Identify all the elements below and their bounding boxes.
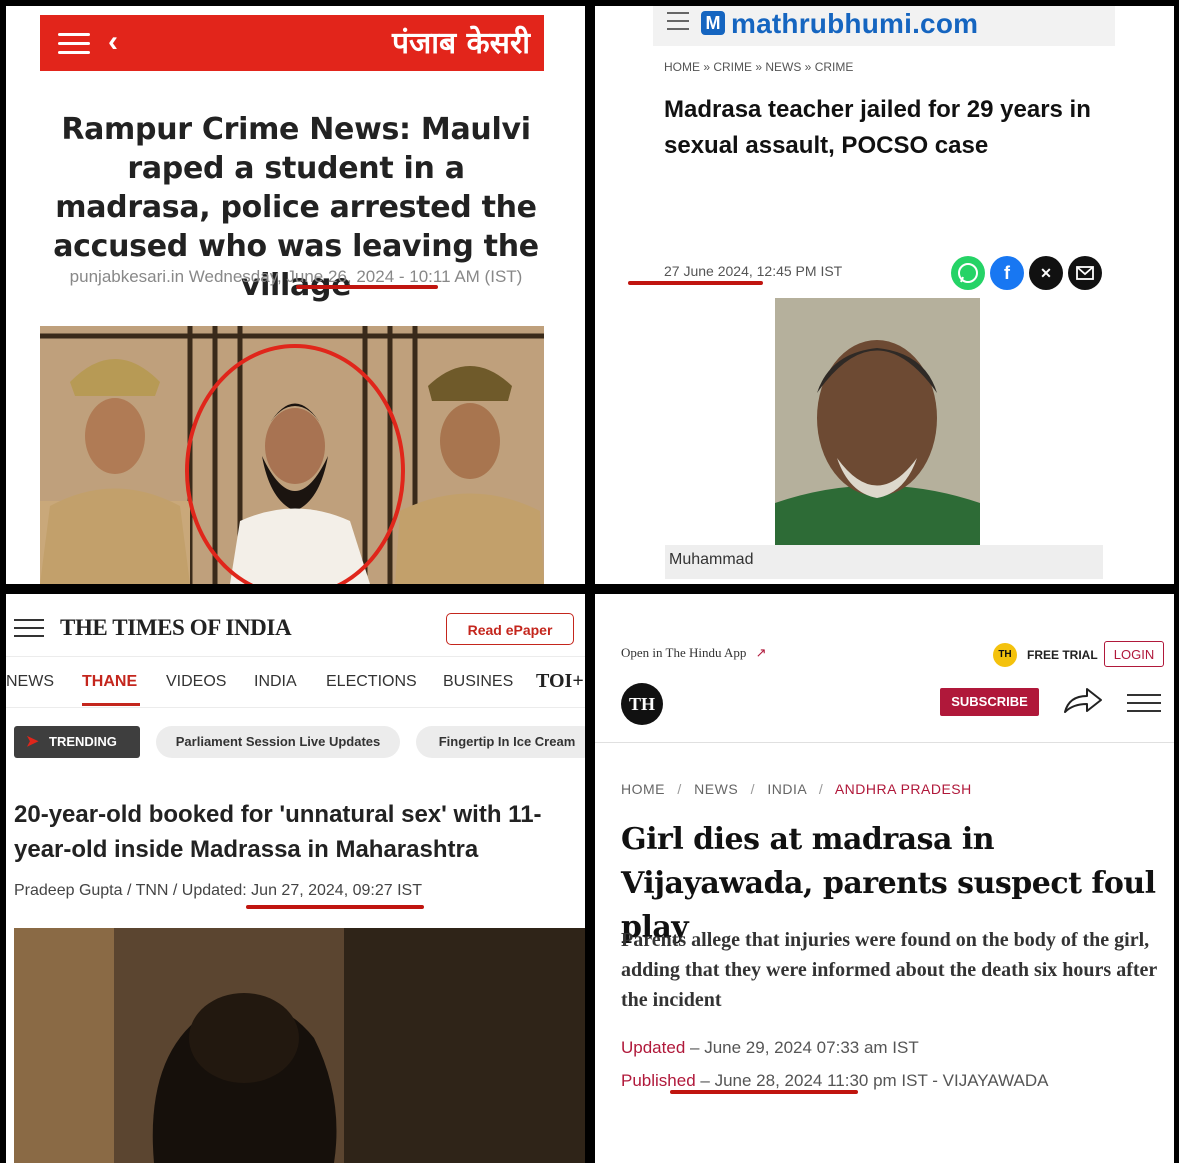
police-arrest-photo bbox=[40, 326, 544, 584]
nav-item-toi-plus[interactable]: TOI+ bbox=[536, 670, 584, 693]
date-underline bbox=[296, 285, 438, 289]
th-header: Open in The Hindu App ↗ TH FREE TRIAL LO… bbox=[595, 594, 1174, 743]
nav-item-videos[interactable]: VIDEOS bbox=[166, 673, 226, 691]
punjab-kesari-panel: ‹ पंजाब केसरी Rampur Crime News: Maulvi … bbox=[6, 6, 585, 584]
nav-item-elections[interactable]: ELECTIONS bbox=[326, 673, 417, 691]
toi-logo[interactable]: THE TIMES OF INDIA bbox=[60, 615, 292, 641]
mb-logo-text[interactable]: mathrubhumi.com bbox=[731, 8, 978, 40]
nav-item-news[interactable]: NEWS bbox=[6, 673, 54, 691]
login-button[interactable]: LOGIN bbox=[1104, 641, 1164, 667]
mb-date: 27 June 2024, 12:45 PM IST bbox=[664, 263, 843, 279]
external-arrow-icon: ↗ bbox=[755, 645, 767, 660]
updated-value: June 29, 2024 07:33 am IST bbox=[704, 1038, 919, 1057]
share-icon[interactable] bbox=[1063, 686, 1103, 719]
hamburger-menu-icon[interactable] bbox=[14, 619, 44, 643]
open-app-label: Open in The Hindu App bbox=[621, 645, 747, 660]
pk-article-photo bbox=[40, 326, 544, 584]
the-hindu-panel: Open in The Hindu App ↗ TH FREE TRIAL LO… bbox=[595, 594, 1174, 1163]
toi-byline: Pradeep Gupta / TNN / Updated: Jun 27, 2… bbox=[14, 882, 422, 899]
th-standfirst: Parents allege that injuries were found … bbox=[621, 929, 1157, 1011]
breadcrumb-india[interactable]: INDIA bbox=[767, 781, 806, 797]
mb-header-bar: M mathrubhumi.com bbox=[653, 6, 1115, 46]
published-label: Published bbox=[621, 1071, 696, 1090]
nav-item-thane[interactable]: THANE bbox=[82, 673, 137, 691]
facebook-icon[interactable]: f bbox=[990, 256, 1024, 290]
times-of-india-panel: THE TIMES OF INDIA Read ePaper NEWS THAN… bbox=[6, 594, 585, 1163]
mb-article-photo bbox=[775, 298, 980, 545]
hamburger-menu-icon[interactable] bbox=[58, 33, 90, 54]
photo-caption: Muhammad bbox=[665, 545, 1103, 579]
published-value: June 28, 2024 11:30 pm IST - VIJAYAWADA bbox=[714, 1071, 1049, 1090]
breadcrumb[interactable]: HOME » CRIME » NEWS » CRIME bbox=[664, 60, 853, 74]
mathrubhumi-panel: M mathrubhumi.com HOME » CRIME » NEWS » … bbox=[595, 6, 1174, 584]
subscribe-button[interactable]: SUBSCRIBE bbox=[940, 688, 1039, 716]
breadcrumb: HOME / NEWS / INDIA / ANDHRA PRADESH bbox=[621, 781, 972, 797]
back-arrow-icon[interactable]: ‹ bbox=[108, 25, 118, 59]
hamburger-menu-icon[interactable] bbox=[667, 12, 689, 36]
hamburger-menu-icon[interactable] bbox=[1127, 694, 1161, 712]
active-tab-indicator bbox=[82, 703, 140, 706]
breadcrumb-home[interactable]: HOME bbox=[621, 781, 665, 797]
trending-pill[interactable]: Parliament Session Live Updates bbox=[156, 726, 400, 758]
free-trial-link[interactable]: FREE TRIAL bbox=[1027, 648, 1098, 662]
trending-badge: ➤ TRENDING bbox=[14, 726, 140, 758]
mb-logo-mark[interactable]: M bbox=[701, 11, 725, 35]
mb-headline: Madrasa teacher jailed for 29 years in s… bbox=[664, 96, 1091, 159]
trending-pill[interactable]: Fingertip In Ice Cream bbox=[416, 726, 585, 758]
open-app-link[interactable]: Open in The Hindu App ↗ bbox=[621, 645, 767, 661]
updated-label: Updated bbox=[621, 1038, 686, 1057]
toi-headline: 20-year-old booked for 'unnatural sex' w… bbox=[14, 801, 542, 863]
mail-icon[interactable] bbox=[1068, 256, 1102, 290]
trending-row: ➤ TRENDING Parliament Session Live Updat… bbox=[6, 724, 585, 764]
read-epaper-button[interactable]: Read ePaper bbox=[446, 613, 574, 645]
date-underline bbox=[670, 1090, 858, 1094]
pk-logo[interactable]: पंजाब केसरी bbox=[392, 21, 530, 62]
date-underline bbox=[246, 905, 424, 909]
trending-label: TRENDING bbox=[49, 734, 117, 749]
nav-item-business[interactable]: BUSINES bbox=[443, 673, 513, 691]
nav-item-india[interactable]: INDIA bbox=[254, 673, 297, 691]
date-underline bbox=[628, 281, 763, 285]
th-logo[interactable]: TH bbox=[621, 683, 663, 725]
whatsapp-icon[interactable] bbox=[951, 256, 985, 290]
section-nav: NEWS THANE VIDEOS INDIA ELECTIONS BUSINE… bbox=[6, 656, 585, 708]
th-badge-icon: TH bbox=[993, 643, 1017, 667]
published-date: Published – June 28, 2024 11:30 pm IST -… bbox=[621, 1071, 1049, 1090]
breadcrumb-andhra-pradesh[interactable]: ANDHRA PRADESH bbox=[835, 781, 972, 797]
breadcrumb-news[interactable]: NEWS bbox=[694, 781, 738, 797]
flame-icon: ➤ bbox=[26, 733, 39, 750]
pk-header-bar: ‹ पंजाब केसरी bbox=[40, 15, 544, 71]
updated-date: Updated – June 29, 2024 07:33 am IST bbox=[621, 1038, 919, 1057]
x-icon[interactable]: ✕ bbox=[1029, 256, 1063, 290]
toi-article-photo bbox=[14, 928, 585, 1163]
